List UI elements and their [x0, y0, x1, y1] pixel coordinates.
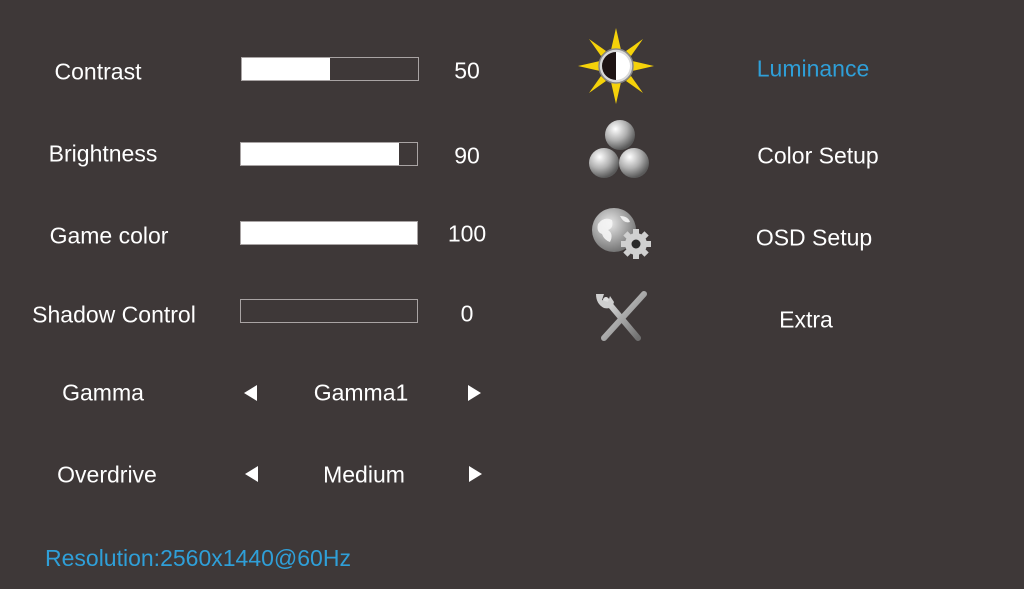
contrast-slider[interactable] [241, 57, 419, 81]
globe-gear-icon[interactable] [590, 206, 656, 262]
gamma-label: Gamma [62, 379, 144, 406]
overdrive-label: Overdrive [57, 461, 157, 488]
resolution-status: Resolution:2560x1440@60Hz [45, 545, 351, 571]
brightness-slider-fill [241, 143, 400, 165]
game-color-slider-fill [241, 222, 417, 244]
contrast-value: 50 [454, 57, 480, 84]
shadow-control-label: Shadow Control [32, 301, 196, 328]
overdrive-prev-arrow-icon[interactable] [245, 466, 258, 482]
game-color-value: 100 [447, 220, 487, 247]
game-color-slider[interactable] [240, 221, 418, 245]
sun-contrast-icon[interactable] [578, 28, 654, 104]
shadow-control-value: 0 [460, 300, 474, 327]
contrast-label: Contrast [54, 58, 142, 85]
game-color-label: Game color [49, 222, 169, 249]
shadow-control-slider[interactable] [240, 299, 418, 323]
brightness-label: Brightness [48, 140, 158, 167]
overdrive-next-arrow-icon[interactable] [469, 466, 482, 482]
contrast-slider-fill [242, 58, 330, 80]
gamma-value: Gamma1 [313, 379, 409, 406]
brightness-value: 90 [454, 142, 480, 169]
gamma-prev-arrow-icon[interactable] [244, 385, 257, 401]
overdrive-value: Medium [323, 461, 405, 488]
menu-item-osd-setup[interactable]: OSD Setup [756, 225, 872, 252]
menu-item-extra[interactable]: Extra [779, 307, 833, 334]
menu-item-luminance[interactable]: Luminance [757, 56, 870, 83]
color-spheres-icon[interactable] [586, 118, 654, 182]
menu-item-color-setup[interactable]: Color Setup [757, 143, 878, 170]
gamma-next-arrow-icon[interactable] [468, 385, 481, 401]
tools-icon[interactable] [592, 290, 652, 344]
brightness-slider[interactable] [240, 142, 418, 166]
